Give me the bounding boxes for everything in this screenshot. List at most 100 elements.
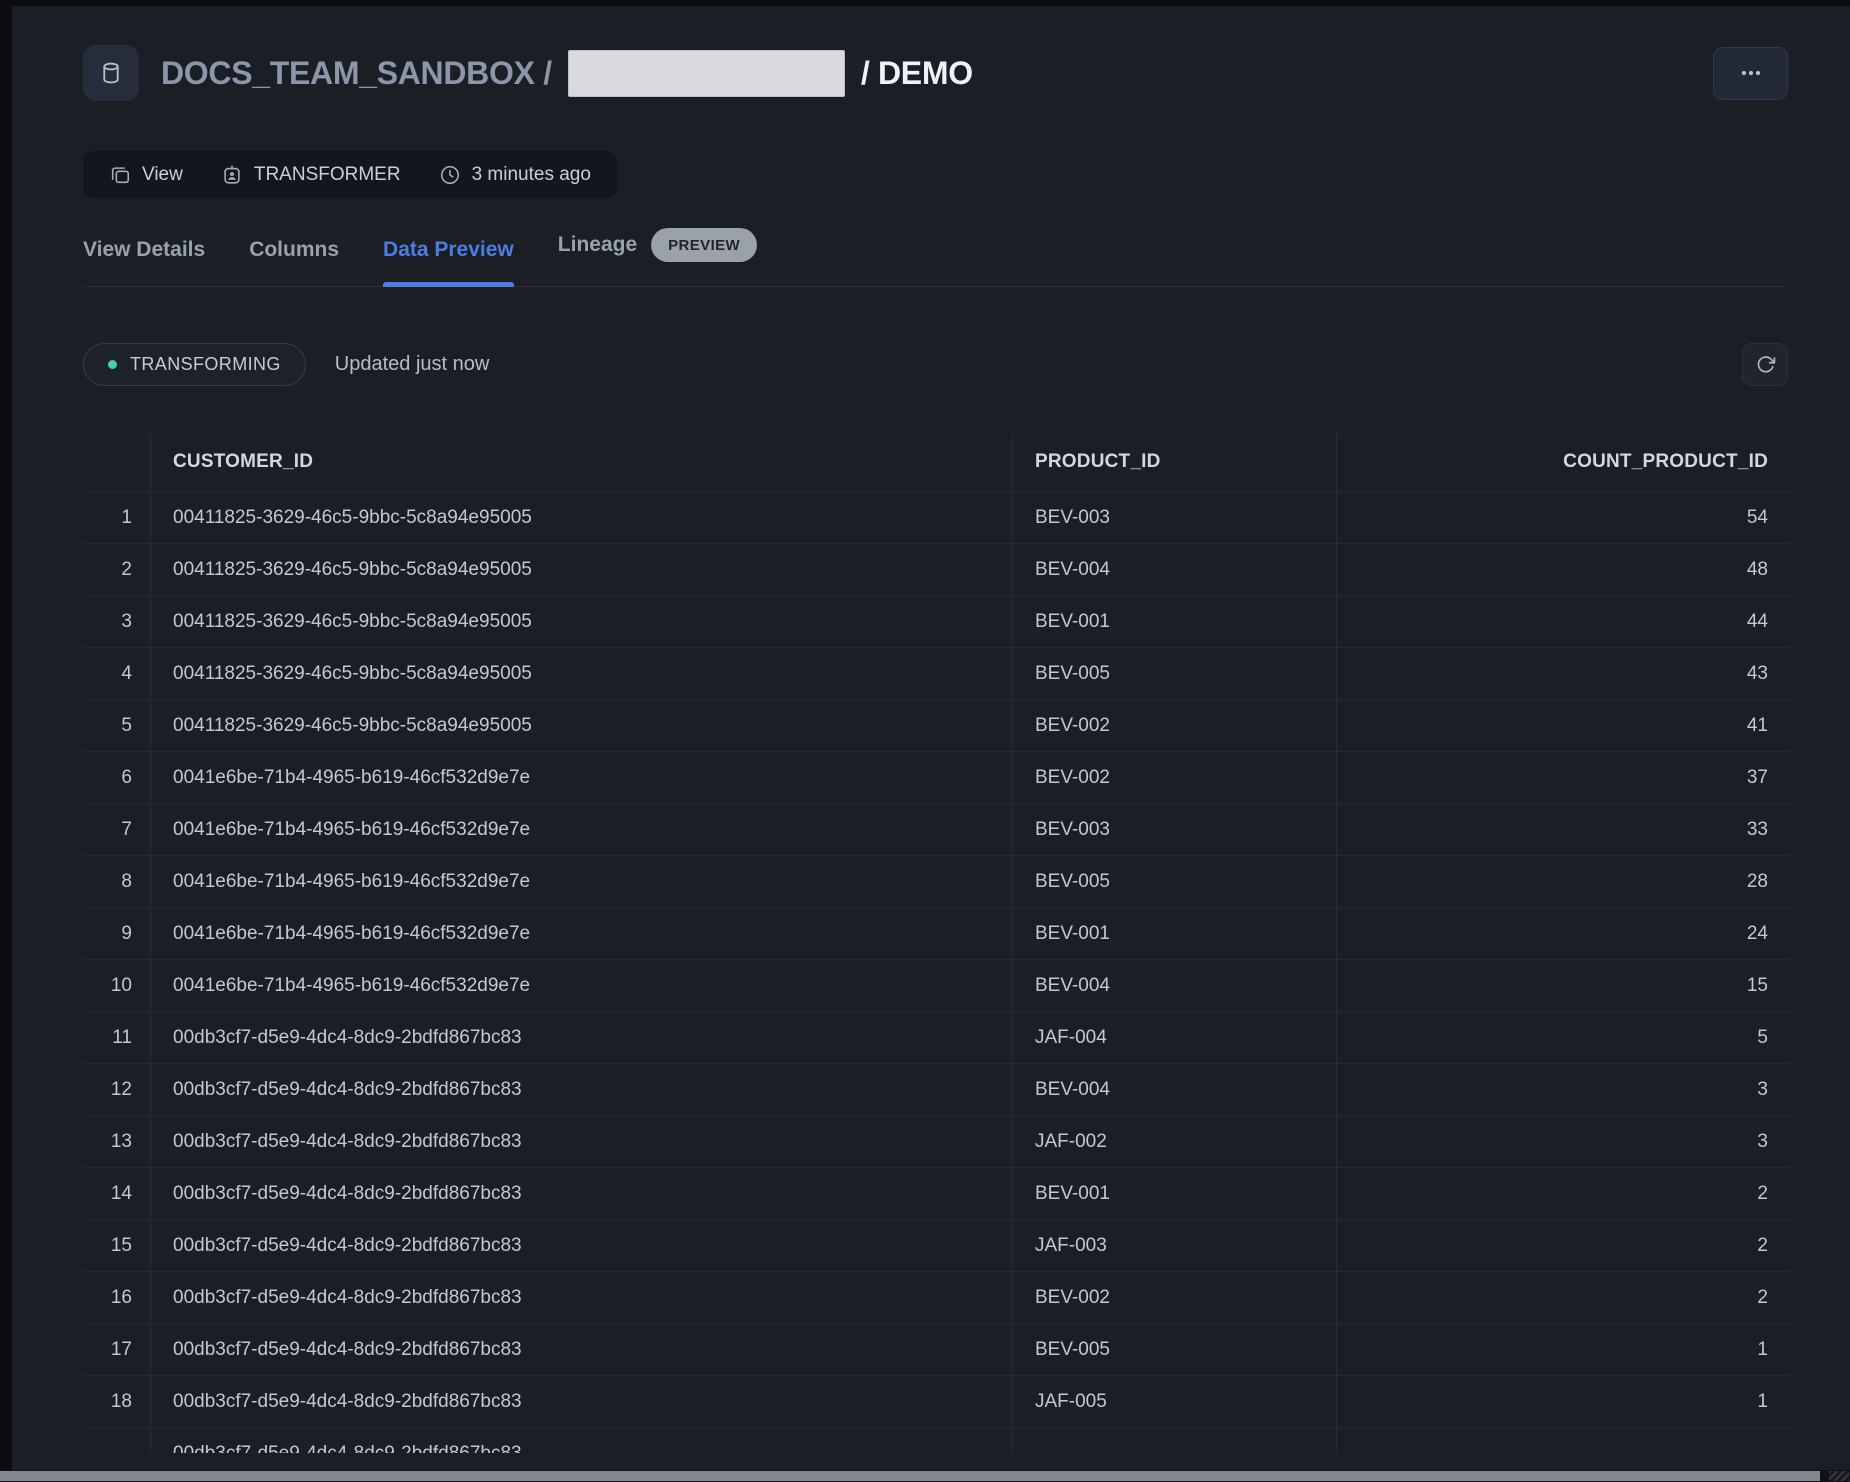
cell-count-product-id: 2: [1337, 1168, 1790, 1219]
column-header-customer-id: CUSTOMER_ID: [151, 433, 1013, 491]
cell-count-product-id: [1337, 1428, 1790, 1453]
table-row: 1300db3cf7-d5e9-4dc4-8dc9-2bdfd867bc83JA…: [83, 1115, 1790, 1167]
row-number: 18: [83, 1376, 151, 1427]
cell-customer-id: 0041e6be-71b4-4965-b619-46cf532d9e7e: [151, 752, 1013, 803]
row-number: 5: [83, 700, 151, 751]
cell-count-product-id: 15: [1337, 960, 1790, 1011]
cell-customer-id: 00db3cf7-d5e9-4dc4-8dc9-2bdfd867bc83: [151, 1064, 1013, 1115]
table-row: 1600db3cf7-d5e9-4dc4-8dc9-2bdfd867bc83BE…: [83, 1271, 1790, 1323]
cell-customer-id: 00db3cf7-d5e9-4dc4-8dc9-2bdfd867bc83: [151, 1168, 1013, 1219]
ellipsis-icon: [1738, 60, 1764, 86]
tab-data-preview[interactable]: Data Preview: [383, 238, 514, 286]
cell-customer-id: 00411825-3629-46c5-9bbc-5c8a94e95005: [151, 648, 1013, 699]
cell-customer-id: 00411825-3629-46c5-9bbc-5c8a94e95005: [151, 700, 1013, 751]
cell-product-id: BEV-001: [1013, 596, 1337, 647]
tab-view-details[interactable]: View Details: [83, 238, 205, 286]
table-row: 1100db3cf7-d5e9-4dc4-8dc9-2bdfd867bc83JA…: [83, 1011, 1790, 1063]
table-header-row: CUSTOMER_ID PRODUCT_ID COUNT_PRODUCT_ID: [83, 433, 1790, 491]
cell-customer-id: 00db3cf7-d5e9-4dc4-8dc9-2bdfd867bc83: [151, 1116, 1013, 1167]
cell-count-product-id: 2: [1337, 1272, 1790, 1323]
metadata-bar: View TRANSFORMER: [83, 151, 617, 198]
title-path-prefix: DOCS_TEAM_SANDBOX /: [161, 55, 552, 92]
cell-product-id: JAF-002: [1013, 1116, 1337, 1167]
status-badge: TRANSFORMING: [83, 343, 306, 386]
cell-customer-id: 00db3cf7-d5e9-4dc4-8dc9-2bdfd867bc83: [151, 1428, 1013, 1453]
column-header-count-product-id: COUNT_PRODUCT_ID: [1337, 433, 1790, 491]
cell-product-id: BEV-005: [1013, 648, 1337, 699]
app-frame: DOCS_TEAM_SANDBOX / / DEMO: [0, 0, 1850, 1482]
cell-customer-id: 00411825-3629-46c5-9bbc-5c8a94e95005: [151, 492, 1013, 543]
cell-product-id: BEV-004: [1013, 544, 1337, 595]
row-number: 11: [83, 1012, 151, 1063]
cell-count-product-id: 37: [1337, 752, 1790, 803]
title-object-name: / DEMO: [861, 55, 973, 92]
row-number: 17: [83, 1324, 151, 1375]
cell-product-id: BEV-001: [1013, 908, 1337, 959]
tab-columns[interactable]: Columns: [249, 238, 339, 286]
table-row: 100041e6be-71b4-4965-b619-46cf532d9e7eBE…: [83, 959, 1790, 1011]
cell-product-id: BEV-002: [1013, 752, 1337, 803]
cell-customer-id: 00db3cf7-d5e9-4dc4-8dc9-2bdfd867bc83: [151, 1324, 1013, 1375]
cell-product-id: JAF-005: [1013, 1376, 1337, 1427]
table-row: 80041e6be-71b4-4965-b619-46cf532d9e7eBEV…: [83, 855, 1790, 907]
row-number: 1: [83, 492, 151, 543]
tab-lineage[interactable]: Lineage PREVIEW: [558, 228, 757, 286]
cell-customer-id: 0041e6be-71b4-4965-b619-46cf532d9e7e: [151, 960, 1013, 1011]
cell-customer-id: 00411825-3629-46c5-9bbc-5c8a94e95005: [151, 544, 1013, 595]
cell-count-product-id: 44: [1337, 596, 1790, 647]
table-row: 100411825-3629-46c5-9bbc-5c8a94e95005BEV…: [83, 491, 1790, 543]
cell-product-id: [1013, 1428, 1337, 1453]
cell-count-product-id: 43: [1337, 648, 1790, 699]
data-preview-table: CUSTOMER_ID PRODUCT_ID COUNT_PRODUCT_ID …: [83, 433, 1790, 1453]
row-number: 3: [83, 596, 151, 647]
role-chip: TRANSFORMER: [221, 164, 401, 186]
table-row: 00db3cf7-d5e9-4dc4-8dc9-2bdfd867bc83: [83, 1427, 1790, 1453]
page-title: DOCS_TEAM_SANDBOX / / DEMO: [161, 50, 973, 97]
page-header: DOCS_TEAM_SANDBOX / / DEMO: [83, 45, 1788, 101]
cell-count-product-id: 24: [1337, 908, 1790, 959]
row-number: 9: [83, 908, 151, 959]
tab-bar: View Details Columns Data Preview Lineag…: [83, 228, 1788, 287]
status-label: TRANSFORMING: [130, 354, 281, 375]
table-row: 200411825-3629-46c5-9bbc-5c8a94e95005BEV…: [83, 543, 1790, 595]
redacted-schema-name: [568, 50, 845, 97]
cell-count-product-id: 33: [1337, 804, 1790, 855]
object-type-label: View: [142, 164, 183, 186]
table-body: 100411825-3629-46c5-9bbc-5c8a94e95005BEV…: [83, 491, 1790, 1453]
row-number: 15: [83, 1220, 151, 1271]
view-object-icon: [109, 164, 131, 186]
table-row: 300411825-3629-46c5-9bbc-5c8a94e95005BEV…: [83, 595, 1790, 647]
status-dot-icon: [108, 360, 117, 369]
row-number: 10: [83, 960, 151, 1011]
cell-count-product-id: 1: [1337, 1376, 1790, 1427]
cell-product-id: JAF-004: [1013, 1012, 1337, 1063]
table-row: 500411825-3629-46c5-9bbc-5c8a94e95005BEV…: [83, 699, 1790, 751]
cell-product-id: BEV-005: [1013, 1324, 1337, 1375]
cell-product-id: BEV-005: [1013, 856, 1337, 907]
cell-count-product-id: 48: [1337, 544, 1790, 595]
view-detail-page: DOCS_TEAM_SANDBOX / / DEMO: [12, 6, 1850, 1470]
cell-count-product-id: 1: [1337, 1324, 1790, 1375]
table-row: 1800db3cf7-d5e9-4dc4-8dc9-2bdfd867bc83JA…: [83, 1375, 1790, 1427]
refresh-button[interactable]: [1742, 343, 1788, 386]
row-number: 12: [83, 1064, 151, 1115]
table-row: 1400db3cf7-d5e9-4dc4-8dc9-2bdfd867bc83BE…: [83, 1167, 1790, 1219]
cell-customer-id: 0041e6be-71b4-4965-b619-46cf532d9e7e: [151, 804, 1013, 855]
row-number: 7: [83, 804, 151, 855]
more-options-button[interactable]: [1713, 47, 1788, 100]
cell-product-id: BEV-004: [1013, 960, 1337, 1011]
cell-customer-id: 00db3cf7-d5e9-4dc4-8dc9-2bdfd867bc83: [151, 1272, 1013, 1323]
cell-customer-id: 00db3cf7-d5e9-4dc4-8dc9-2bdfd867bc83: [151, 1220, 1013, 1271]
cell-product-id: BEV-002: [1013, 1272, 1337, 1323]
cell-customer-id: 00411825-3629-46c5-9bbc-5c8a94e95005: [151, 596, 1013, 647]
cell-customer-id: 0041e6be-71b4-4965-b619-46cf532d9e7e: [151, 908, 1013, 959]
last-updated-chip: 3 minutes ago: [439, 164, 591, 186]
row-number-header: [83, 433, 151, 491]
database-icon: [83, 45, 139, 101]
row-number: 16: [83, 1272, 151, 1323]
horizontal-scrollbar-thumb[interactable]: [0, 1471, 1820, 1481]
cell-count-product-id: 2: [1337, 1220, 1790, 1271]
cell-count-product-id: 3: [1337, 1116, 1790, 1167]
table-row: 70041e6be-71b4-4965-b619-46cf532d9e7eBEV…: [83, 803, 1790, 855]
row-number: [83, 1428, 151, 1453]
